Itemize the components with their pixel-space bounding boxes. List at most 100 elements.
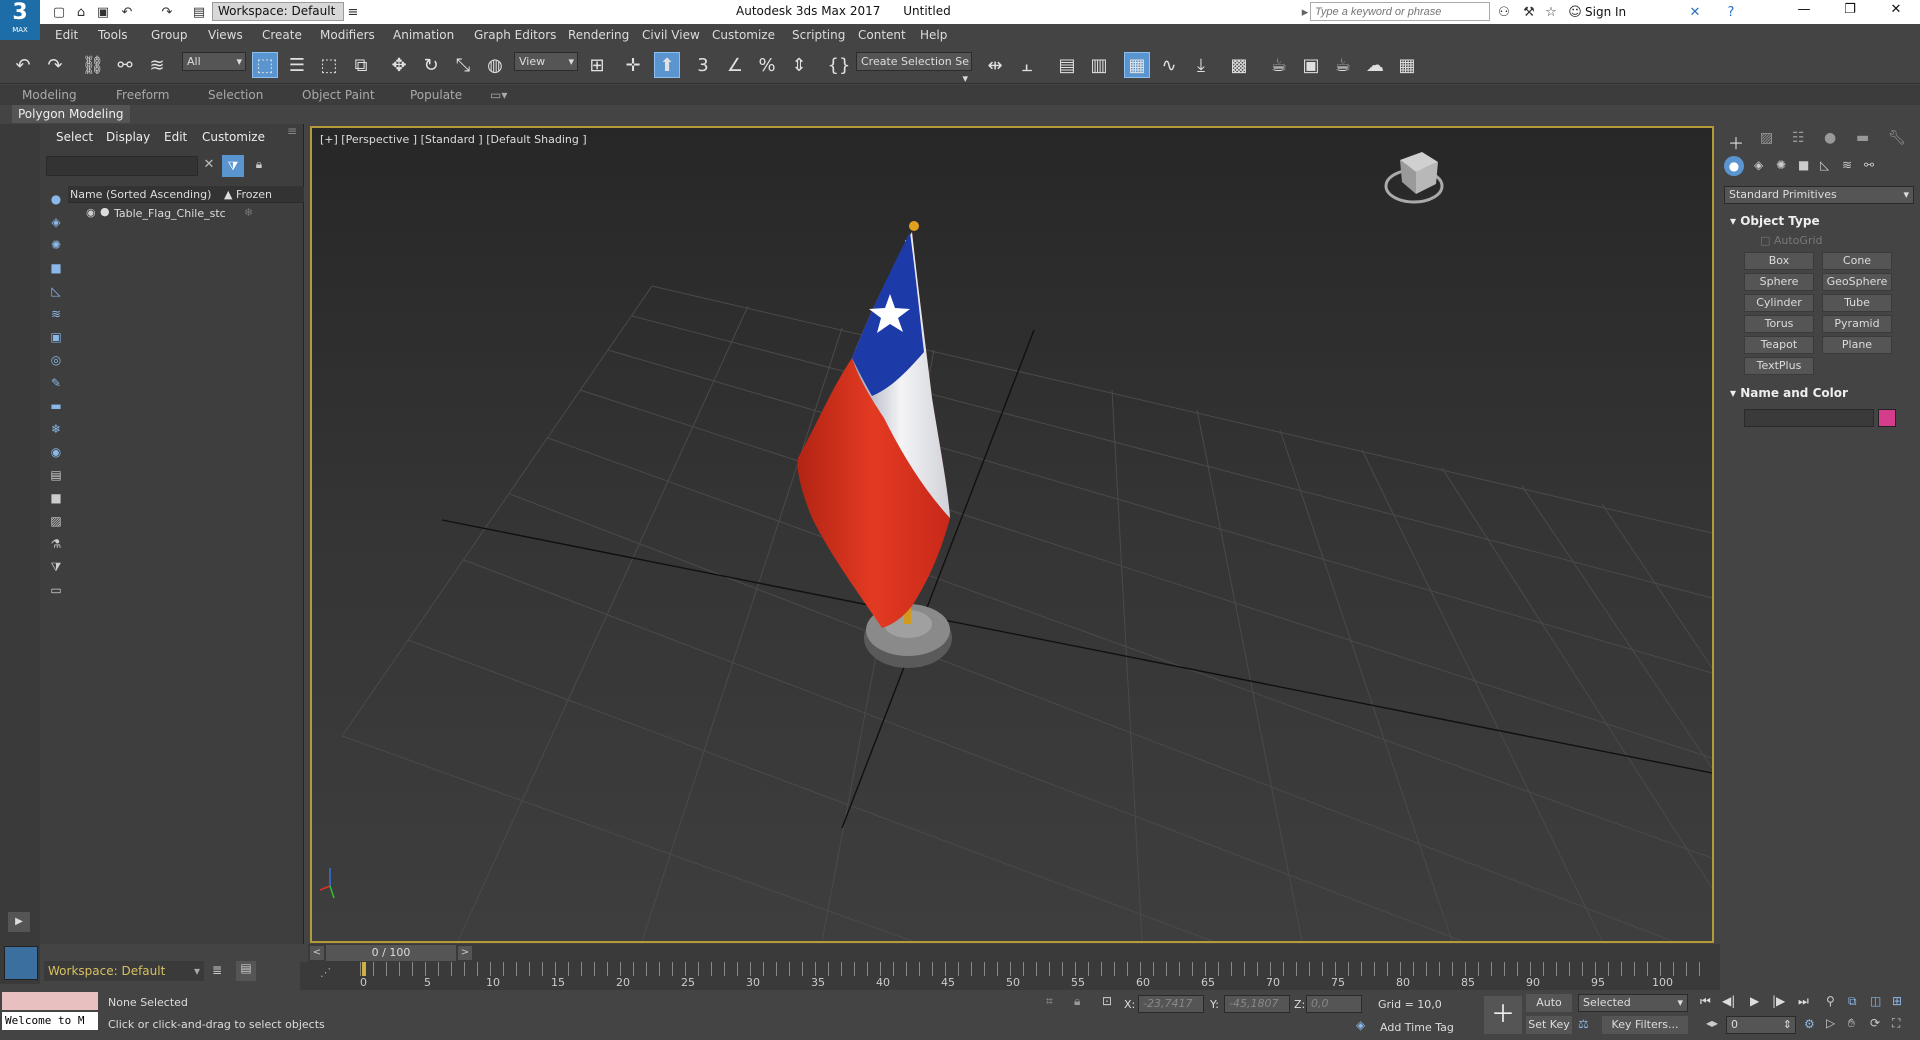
save-icon[interactable]: ▣ [94, 3, 112, 21]
auto-key-button[interactable]: Auto Key [1526, 994, 1572, 1027]
box-button[interactable]: Box [1744, 252, 1814, 270]
toggle-ribbon-icon[interactable]: ▥ [1086, 52, 1112, 78]
textplus-button[interactable]: TextPlus [1744, 357, 1814, 375]
close-button[interactable]: ✕ [1876, 2, 1916, 22]
autogrid-checkbox[interactable]: □ AutoGrid [1760, 234, 1823, 247]
explorer-menu-select[interactable]: Select [56, 130, 93, 144]
tab-object-paint[interactable]: Object Paint [292, 86, 385, 105]
scene-explorer-icon[interactable]: ▦ [1124, 52, 1150, 78]
menu-views[interactable]: Views [208, 28, 243, 42]
go-to-end-icon[interactable]: ⏭ [1798, 994, 1809, 1009]
display-geometry-icon[interactable]: ● [46, 189, 66, 209]
lights-category-icon[interactable]: ✺ [1776, 158, 1786, 172]
z-coordinate-field[interactable]: 0,0 [1306, 995, 1362, 1013]
rotate-icon[interactable]: ↻ [418, 52, 444, 78]
object-color-swatch[interactable] [1878, 409, 1896, 427]
menu-help[interactable]: Help [920, 28, 947, 42]
bind-space-warp-icon[interactable]: ≋ [144, 52, 170, 78]
undo-icon[interactable]: ↶ [118, 3, 136, 21]
systems-category-icon[interactable]: ⚯ [1864, 158, 1874, 172]
display-none-icon[interactable]: ■ [46, 488, 66, 508]
play-icon[interactable]: ▶ [1750, 994, 1759, 1008]
workspace-selector[interactable]: Workspace: Default ▾ [44, 961, 204, 981]
menu-scripting[interactable]: Scripting [792, 28, 845, 42]
keyboard-shortcut-override-icon[interactable]: ⬆ [654, 52, 680, 78]
display-frozen-icon[interactable]: ❄ [46, 419, 66, 439]
menu-create[interactable]: Create [262, 28, 302, 42]
absolute-mode-icon[interactable]: ⊡ [1102, 994, 1112, 1008]
link-icon[interactable]: ⛓ [80, 52, 106, 78]
search-input[interactable] [1310, 2, 1490, 21]
scale-icon[interactable]: ⤡ [450, 52, 476, 78]
angle-snap-icon[interactable]: ∠ [722, 52, 748, 78]
selection-set-icon[interactable]: ▭ [46, 580, 66, 600]
menu-edit[interactable]: Edit [55, 28, 78, 42]
next-key-icon[interactable]: |▶ [1772, 994, 1785, 1008]
set-key-plus-icon[interactable]: ＋ [1484, 996, 1522, 1034]
display-helpers-icon[interactable]: ◺ [46, 281, 66, 301]
go-to-start-icon[interactable]: ⏮ [1700, 994, 1711, 1009]
percent-snap-icon[interactable]: % [754, 52, 780, 78]
render-production-icon[interactable]: ☕ [1330, 52, 1356, 78]
selection-filter-dropdown[interactable]: All ▾ [182, 52, 246, 71]
select-manipulate-icon[interactable]: ✛ [620, 52, 646, 78]
x-coordinate-field[interactable]: -23,7417 [1138, 995, 1204, 1013]
user-icon[interactable]: ☺ [1566, 3, 1584, 21]
snaps-toggle-icon[interactable]: 3 [690, 52, 716, 78]
new-file-icon[interactable]: ▢ [50, 3, 68, 21]
plane-button[interactable]: Plane [1822, 336, 1892, 354]
move-icon[interactable]: ✥ [386, 52, 412, 78]
select-by-name-icon[interactable]: ☰ [284, 52, 310, 78]
key-filters-button[interactable]: Key Filters... [1602, 1016, 1688, 1034]
material-editor-icon[interactable]: ▩ [1226, 52, 1252, 78]
previous-frame-icon[interactable]: < [310, 946, 324, 960]
scene-explorer-toggle-icon[interactable]: ▤ [236, 961, 256, 981]
maximize-button[interactable]: ❐ [1830, 2, 1870, 22]
object-name-field[interactable] [1744, 409, 1874, 427]
place-icon[interactable]: ◍ [482, 52, 508, 78]
visibility-eye-icon[interactable]: ◉ [86, 206, 96, 219]
display-all-icon[interactable]: ▤ [46, 465, 66, 485]
display-space-warps-icon[interactable]: ≋ [46, 304, 66, 324]
quick-access-menu-icon[interactable]: ≡ [344, 3, 362, 21]
viewport-label-menu[interactable]: [+] [Perspective ] [Standard ] [Default … [320, 133, 587, 146]
app-logo[interactable]: 3 MAX [0, 0, 40, 40]
maximize-viewport-icon[interactable]: ⛶ [1892, 1016, 1900, 1031]
reference-coordinate-dropdown[interactable]: View ▾ [514, 52, 578, 71]
add-time-tag[interactable]: Add Time Tag [1380, 1021, 1454, 1034]
name-color-rollout-title[interactable]: ▾ Name and Color [1730, 386, 1848, 400]
explorer-menu-display[interactable]: Display [106, 130, 150, 144]
create-tab-icon[interactable]: ＋ [1728, 130, 1744, 154]
explorer-menu-customize[interactable]: Customize [202, 130, 265, 144]
key-mode-dropdown[interactable]: Selected ▾ [1578, 994, 1688, 1012]
workspace-dropdown[interactable]: Workspace: Default [212, 2, 344, 21]
pan-view-icon[interactable]: ✋︎ [1848, 1016, 1855, 1031]
binoculars-icon[interactable]: ⚇ [1495, 3, 1513, 21]
explorer-menu-edit[interactable]: Edit [164, 130, 187, 144]
menu-civil-view[interactable]: Civil View [642, 28, 700, 42]
pivot-center-icon[interactable]: ⊞ [584, 52, 610, 78]
time-slider-thumb[interactable]: 0 / 100 [326, 945, 456, 961]
isolate-selection-icon[interactable]: ⌗ [1046, 994, 1053, 1009]
next-frame-icon[interactable]: > [458, 946, 472, 960]
time-configuration-icon[interactable]: ⚙ [1804, 1017, 1815, 1031]
display-groups-icon[interactable]: ▣ [46, 327, 66, 347]
menu-group[interactable]: Group [151, 28, 188, 42]
cone-button[interactable]: Cone [1822, 252, 1892, 270]
subscription-icon[interactable]: ⚒ [1520, 3, 1538, 21]
display-xrefs-icon[interactable]: ◎ [46, 350, 66, 370]
utilities-tab-icon[interactable]: 🔧︎ [1888, 130, 1906, 146]
a360-gallery-icon[interactable]: ▦ [1394, 52, 1420, 78]
rendered-frame-window-icon[interactable]: ▣ [1298, 52, 1324, 78]
menu-modifiers[interactable]: Modifiers [320, 28, 375, 42]
ribbon-options-icon[interactable]: ▭▾ [480, 86, 517, 105]
menu-rendering[interactable]: Rendering [568, 28, 629, 42]
filter-icon[interactable]: ⧩ [222, 155, 244, 177]
helpers-category-icon[interactable]: ◺ [1820, 158, 1829, 172]
redo-icon[interactable]: ↷ [158, 3, 176, 21]
modify-tab-icon[interactable]: ▨ [1760, 130, 1773, 146]
maxscript-listener[interactable]: Welcome to M [2, 1012, 98, 1030]
orbit-icon[interactable]: ⟳ [1870, 1016, 1880, 1030]
selection-lock-icon[interactable]: 🔒︎ [1074, 994, 1080, 1009]
display-hidden-icon[interactable]: ◉ [46, 442, 66, 462]
